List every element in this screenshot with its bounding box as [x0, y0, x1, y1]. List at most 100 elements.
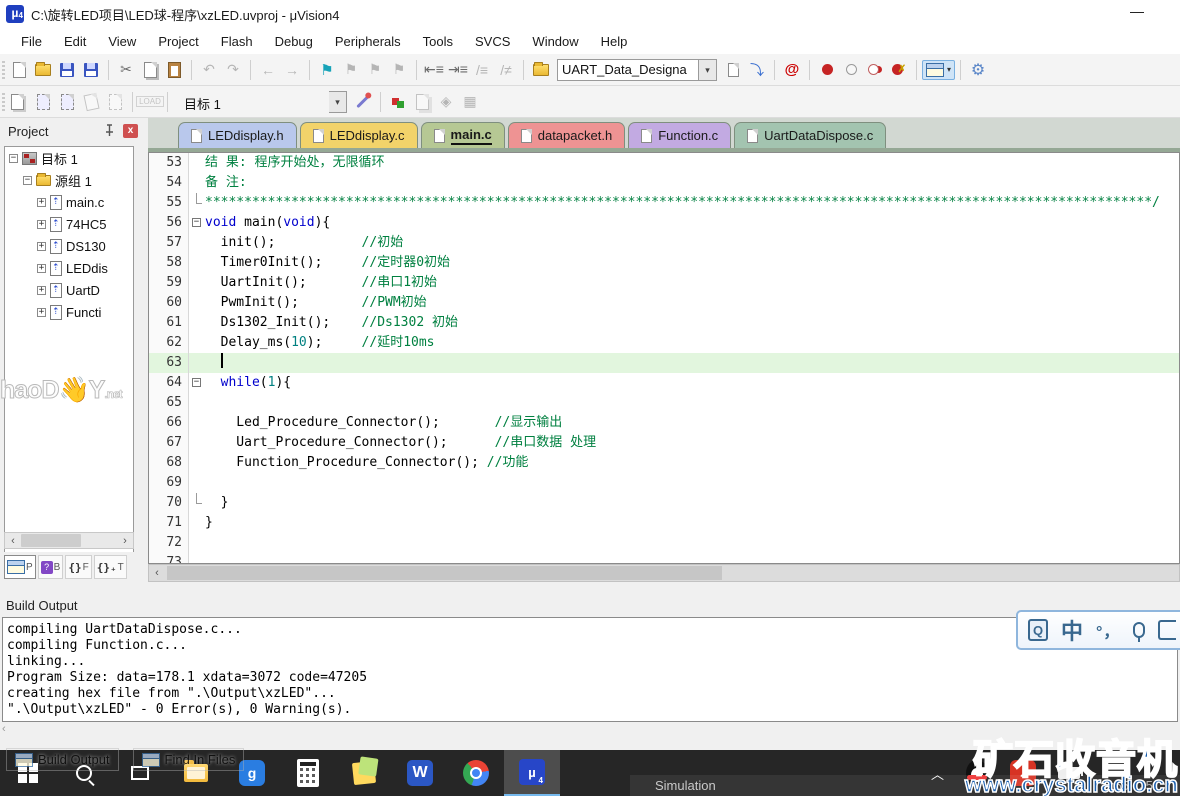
menu-view[interactable]: View: [97, 31, 147, 52]
tree-expand-box[interactable]: +: [37, 198, 46, 207]
fold-margin[interactable]: [189, 273, 205, 293]
ime-more-icon[interactable]: [1158, 620, 1176, 640]
editor-scroll-left-arrow[interactable]: ‹: [149, 567, 165, 579]
bookmark-next-button[interactable]: ⚑: [363, 58, 387, 82]
bookmark-clear-button[interactable]: ⚑: [387, 58, 411, 82]
project-panel-close-button[interactable]: x: [123, 124, 138, 138]
project-targets-button[interactable]: ▦: [458, 90, 482, 114]
build-button[interactable]: [31, 90, 55, 114]
search-combo[interactable]: UART_Data_Designa ▾: [557, 59, 717, 81]
fold-margin[interactable]: [189, 253, 205, 273]
download-button[interactable]: LOAD: [138, 90, 162, 114]
tree-item[interactable]: + LEDdis: [5, 257, 133, 279]
tree-expand-box[interactable]: +: [37, 264, 46, 273]
rebuild-all-button[interactable]: [55, 90, 79, 114]
project-hscrollbar[interactable]: ‹ ›: [4, 532, 134, 549]
multi-project-button[interactable]: ◈: [434, 90, 458, 114]
cut-icon[interactable]: ✂: [114, 58, 138, 82]
indent-button[interactable]: ⇤≡: [422, 58, 446, 82]
menu-flash[interactable]: Flash: [210, 31, 264, 52]
fold-margin[interactable]: [189, 293, 205, 313]
disable-all-breakpoints-button[interactable]: [863, 58, 887, 82]
menu-svcs[interactable]: SVCS: [464, 31, 521, 52]
target-combo[interactable]: 目标 1 ▾: [179, 91, 347, 113]
bookmark-toggle-button[interactable]: ⚑: [315, 58, 339, 82]
target-options-wand-icon[interactable]: [351, 90, 375, 114]
tree-item[interactable]: + main.c: [5, 191, 133, 213]
functions-tab[interactable]: {}F: [65, 555, 91, 579]
ime-dictionary-icon[interactable]: Q: [1028, 619, 1048, 641]
target-combo-value[interactable]: 目标 1: [179, 91, 329, 113]
tab-main.c[interactable]: main.c: [421, 122, 505, 148]
build-output-console[interactable]: compiling UartDataDispose.c...compiling …: [2, 617, 1178, 722]
navigate-forward-button[interactable]: →: [280, 58, 304, 82]
find-in-files-icon[interactable]: [529, 58, 553, 82]
manage-components-button[interactable]: [386, 90, 410, 114]
save-button[interactable]: [55, 58, 79, 82]
fold-margin[interactable]: [189, 233, 205, 253]
fold-margin[interactable]: [189, 333, 205, 353]
menu-file[interactable]: File: [10, 31, 53, 52]
menu-tools[interactable]: Tools: [412, 31, 464, 52]
tab-leddisplay.c[interactable]: LEDdisplay.c: [300, 122, 418, 148]
fold-margin[interactable]: [189, 393, 205, 413]
menu-help[interactable]: Help: [590, 31, 639, 52]
menu-edit[interactable]: Edit: [53, 31, 97, 52]
tree-expand-box[interactable]: +: [37, 220, 46, 229]
navigate-back-button[interactable]: ←: [256, 58, 280, 82]
open-file-button[interactable]: [31, 58, 55, 82]
tab-find-in-files[interactable]: Find In Files: [133, 748, 245, 771]
build-output-scroll-arrow[interactable]: ‹: [2, 723, 6, 735]
insert-breakpoint-button[interactable]: [815, 58, 839, 82]
fold-margin[interactable]: [189, 153, 205, 173]
incremental-find-button[interactable]: ⤵: [745, 58, 769, 82]
minimize-button[interactable]: —: [1114, 0, 1160, 26]
search-combo-dropdown[interactable]: ▾: [699, 59, 717, 81]
tree-expand-box[interactable]: +: [37, 286, 46, 295]
tree-item[interactable]: + DS130: [5, 235, 133, 257]
ime-microphone-icon[interactable]: [1133, 622, 1145, 638]
fold-margin[interactable]: [189, 553, 205, 564]
fold-margin[interactable]: [189, 313, 205, 333]
tab-build-output[interactable]: Build Output: [6, 748, 119, 771]
uncomment-button[interactable]: /≠: [494, 58, 518, 82]
tree-item[interactable]: + Functi: [5, 301, 133, 323]
tab-function.c[interactable]: Function.c: [628, 122, 731, 148]
file-extensions-button[interactable]: [410, 90, 434, 114]
fold-margin[interactable]: [189, 473, 205, 493]
fold-margin[interactable]: [189, 513, 205, 533]
enable-disable-breakpoint-button[interactable]: [839, 58, 863, 82]
kill-all-breakpoints-button[interactable]: ✗: [887, 58, 911, 82]
project-tab[interactable]: P: [4, 555, 36, 579]
uvision-taskbar-button[interactable]: µ4: [504, 750, 560, 796]
bookmark-prev-button[interactable]: ⚑: [339, 58, 363, 82]
ime-punctuation-icon[interactable]: °，: [1096, 618, 1120, 642]
target-combo-dropdown[interactable]: ▾: [329, 91, 347, 113]
tree-item[interactable]: + 74HC5: [5, 213, 133, 235]
tree-expand-box[interactable]: +: [37, 308, 46, 317]
new-file-button[interactable]: [7, 58, 31, 82]
stop-build-button[interactable]: [103, 90, 127, 114]
fold-margin[interactable]: [189, 533, 205, 553]
tree-expand-box[interactable]: −: [9, 154, 18, 163]
configure-wrench-icon[interactable]: ⚙: [966, 58, 990, 82]
fold-margin[interactable]: [189, 433, 205, 453]
fold-margin[interactable]: [189, 353, 205, 373]
ime-mode-icon[interactable]: 中: [1061, 614, 1083, 646]
project-tree[interactable]: − 目标 1 − 源组 1 + main.c + 74HC5 + DS130 +…: [4, 146, 134, 558]
windows-layout-button[interactable]: ▾: [922, 60, 955, 80]
sticky-notes-button[interactable]: [336, 750, 392, 796]
paste-icon[interactable]: [162, 58, 186, 82]
editor-hscrollbar[interactable]: ‹: [148, 564, 1180, 582]
calculator-button[interactable]: [280, 750, 336, 796]
undo-button[interactable]: ↶: [197, 58, 221, 82]
tree-item[interactable]: − 源组 1: [5, 169, 133, 191]
scroll-right-arrow[interactable]: ›: [117, 535, 133, 547]
fold-margin[interactable]: [189, 193, 205, 213]
tree-expand-box[interactable]: −: [23, 176, 32, 185]
project-hscroll-thumb[interactable]: [21, 534, 81, 547]
tree-item[interactable]: − 目标 1: [5, 147, 133, 169]
comment-button[interactable]: /≡: [470, 58, 494, 82]
tree-expand-box[interactable]: +: [37, 242, 46, 251]
menu-peripherals[interactable]: Peripherals: [324, 31, 412, 52]
